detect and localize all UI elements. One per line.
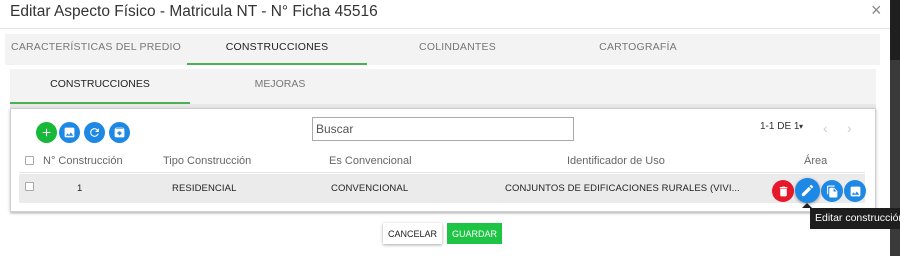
image-icon (64, 127, 75, 138)
add-icon (42, 128, 51, 137)
copy-button[interactable] (821, 180, 843, 202)
table-header (19, 149, 865, 173)
archive-icon (114, 127, 125, 138)
edit-dialog: Editar Aspecto Físico - Matricula NT - N… (0, 0, 890, 256)
tab-caracteristicas[interactable]: CARACTERÍSTICAS DEL PREDIO (5, 34, 187, 65)
column-uso[interactable]: Identificador de Uso (567, 155, 665, 167)
pager-text[interactable]: 1-1 DE 1 (760, 121, 799, 132)
search-input[interactable] (312, 117, 574, 141)
subtab-construcciones[interactable]: CONSTRUCCIONES (10, 69, 190, 104)
delete-icon (779, 186, 787, 196)
edit-tooltip: Editar construcción (810, 208, 900, 229)
column-tipo[interactable]: Tipo Construcción (163, 155, 251, 167)
cell-convencional: CONVENCIONAL (331, 183, 409, 194)
cell-uso: CONJUNTOS DE EDIFICACIONES RURALES (VIVI… (505, 183, 740, 194)
row-image-button[interactable] (844, 180, 866, 202)
dialog-title: Editar Aspecto Físico - Matricula NT - N… (10, 3, 378, 20)
archive-button[interactable] (109, 122, 130, 143)
column-convencional[interactable]: Es Convencional (329, 155, 412, 167)
image-button[interactable] (59, 122, 80, 143)
subtab-mejoras[interactable]: MEJORAS (190, 69, 370, 104)
save-button[interactable]: GUARDAR (447, 223, 502, 244)
cell-numero: 1 (77, 183, 83, 194)
refresh-icon (90, 128, 99, 137)
copy-icon (826, 185, 837, 197)
cell-tipo: RESIDENCIAL (172, 183, 237, 194)
add-button[interactable] (36, 122, 57, 143)
next-page-icon[interactable]: › (847, 120, 852, 136)
header-divider (0, 28, 890, 29)
close-icon[interactable]: × (871, 0, 882, 20)
prev-page-icon[interactable]: ‹ (823, 120, 828, 136)
cancel-button[interactable]: CANCELAR (383, 223, 442, 244)
column-area[interactable]: Área (804, 155, 827, 167)
tab-colindantes[interactable]: COLINDANTES (367, 34, 548, 65)
sub-tabs: CONSTRUCCIONES MEJORAS (10, 69, 876, 104)
edit-icon (801, 184, 814, 197)
tab-construcciones[interactable]: CONSTRUCCIONES (187, 34, 367, 65)
image-icon (850, 186, 860, 196)
tab-cartografia[interactable]: CARTOGRAFÍA (548, 34, 728, 65)
column-numero[interactable]: N° Construcción (43, 155, 123, 167)
chevron-down-icon[interactable]: ▾ (799, 122, 803, 131)
refresh-button[interactable] (84, 122, 105, 143)
delete-button[interactable] (772, 180, 794, 202)
row-checkbox[interactable] (25, 182, 34, 191)
main-tabs: CARACTERÍSTICAS DEL PREDIO CONSTRUCCIONE… (5, 34, 880, 65)
edit-button[interactable] (795, 178, 820, 203)
select-all-checkbox[interactable] (25, 156, 34, 165)
